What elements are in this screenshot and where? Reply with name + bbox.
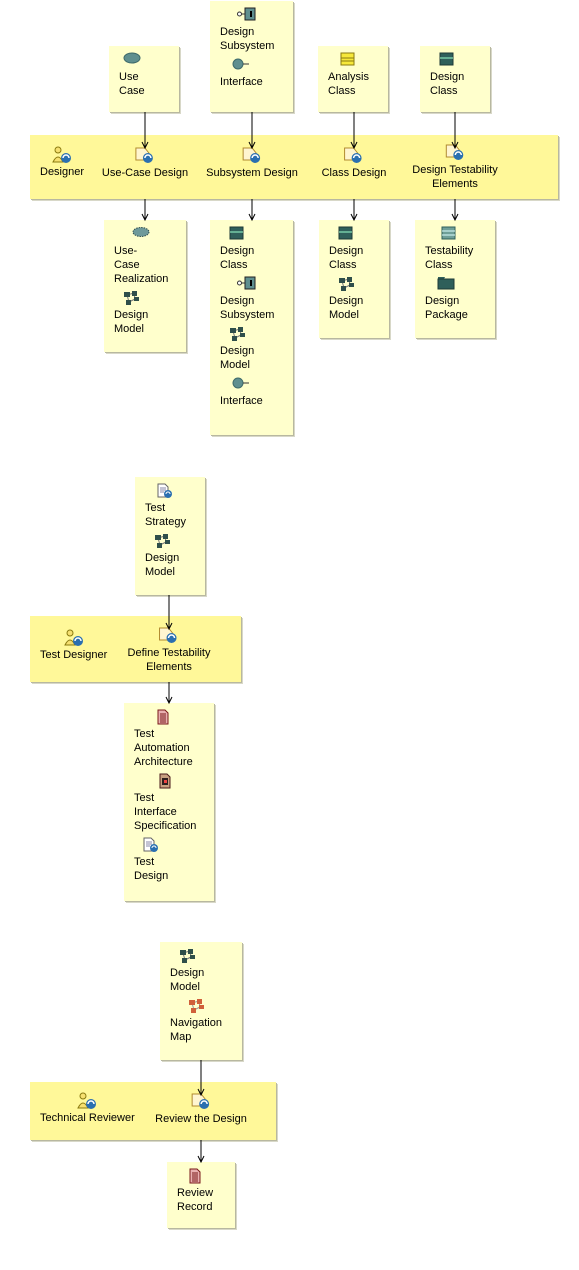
- flow-arrows: [141, 112, 459, 1164]
